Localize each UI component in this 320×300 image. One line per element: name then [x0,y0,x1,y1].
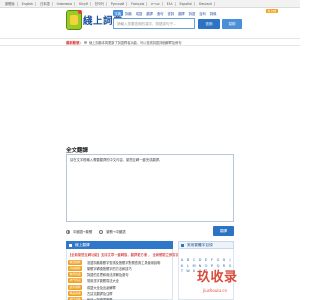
notice-link[interactable]: 線上詞典本周更新了詞語釋義功能，可以查詢詞語詳細解釋及例句 [89,40,181,45]
language-link[interactable]: עברית [149,1,163,6]
news-title[interactable]: 古詩文翻譯及注釋 [87,291,113,296]
nav-tab[interactable]: 造句 [155,10,165,16]
news-item[interactable]: 熱門資訊 常用漢字繁體寫法大全 [68,278,168,284]
nav-tab[interactable]: 翻譯 [145,10,155,16]
language-link[interactable]: Русский [109,1,128,6]
letter-link[interactable]: C [192,258,196,262]
logo-dot-icon [78,10,82,14]
translate-button[interactable]: 翻譯 [213,226,234,236]
notice-title: 最新動態： [66,41,83,45]
nav-tabs: 字典 詞典 成語 翻譯 造句 查詞 翻譯 詞語 百科 詞條 [113,10,218,16]
radio-option-2[interactable] [99,229,104,234]
language-link[interactable]: 繁體版 [3,1,18,6]
new-feature-badge[interactable]: 新功能 [266,9,279,13]
news-tag: 最新推薦 [68,284,83,290]
panel-square-icon [69,243,72,247]
letter-link[interactable]: F [210,258,214,262]
letter-link[interactable]: D [198,258,202,262]
translate-textarea[interactable]: 請在文字框輸入需要翻譯的中文內容，繁簡互轉一鍵完成翻譯。 [66,154,234,222]
news-panel-title: 線上翻譯 [75,243,90,247]
language-bar: 繁體版 English 日本語 Indonesia Kinyê 한국어 Русский Fra… [0,0,300,8]
index-panel-title: 常用繁體字目錄 [187,243,213,247]
nav-tab[interactable]: 詞條 [208,10,218,16]
nav-tab[interactable]: 成語 [134,10,144,16]
language-link[interactable]: Deutsch [197,1,216,6]
news-tag: 詞語翻譯 [68,265,83,271]
news-item[interactable]: 精選推薦 漢語詞典繁體字查詢及簡體字對照查詢工具使用說明 [68,259,168,265]
radio-label-1: 中國語→繁體 [73,230,93,234]
letter-link[interactable]: B [186,258,190,262]
nav-tab[interactable]: 詞典 [124,10,134,16]
news-panel-header: 線上翻譯 [66,241,173,249]
news-tag: 推薦閱讀 [68,272,83,278]
news-item[interactable]: 詞語翻譯 繁體字轉換簡體字的方法和技巧 [68,265,168,271]
nav-tab[interactable]: 字典 [113,10,123,16]
language-link[interactable]: Kinyê [77,1,91,6]
letter-link[interactable]: T [180,269,184,273]
news-title[interactable]: 詞語的意思和用法詳解及造句 [87,272,128,277]
watermark-url: jiushoulu.cn [203,288,228,293]
letter-link[interactable]: E [204,258,208,262]
language-link[interactable]: 日本語 [38,1,53,6]
news-title[interactable]: 常用漢字繁體寫法大全 [87,278,119,283]
nav-tab[interactable]: 查詞 [166,10,176,16]
watermark-text: 玖收录 [197,270,238,285]
nav-tab[interactable]: 翻譯 [177,10,187,16]
news-title[interactable]: 成語大全及出處解釋 [87,285,116,290]
news-promo[interactable]: 【全新繁簡互轉功能】支持文章一鍵轉換，翻譯更方便 ， 全新體驗立即嘗試 ！ [68,252,183,257]
letter-link[interactable]: J [228,258,232,262]
news-tag: 精選推薦 [68,259,83,265]
search-button[interactable]: 查詢 [198,18,220,29]
fulltext-title: 全文翻譯 [66,148,89,154]
letter-link[interactable]: L [186,264,190,268]
news-item[interactable]: 精品閱讀 古詩文翻譯及注釋 [68,291,168,297]
letter-link[interactable]: K [180,264,184,268]
language-link[interactable]: Español [178,1,196,6]
translate-direction-options: 中國語→繁體 繁體→中國語 [66,229,130,234]
language-link[interactable]: English [20,1,37,6]
news-item[interactable]: 最新推薦 成語大全及出處解釋 [68,284,168,290]
news-item[interactable]: 推薦閱讀 詞語的意思和用法詳解及造句 [68,272,168,278]
search-input[interactable]: 請輸入您要查詢的漢字、詞語或句子... [113,18,195,29]
letter-link[interactable]: X [192,269,196,273]
news-title[interactable]: 漢語詞典繁體字查詢及簡體字對照查詢工具使用說明 [87,260,160,265]
language-link[interactable]: Français [129,1,148,6]
news-title[interactable]: 繁體字轉換簡體字的方法和技巧 [87,266,132,271]
letter-link[interactable]: A [180,258,184,262]
language-link[interactable]: Indonesia [55,1,76,6]
notice-bullet-icon [84,40,87,44]
letter-link[interactable]: W [186,269,190,273]
letter-link[interactable]: H [222,258,226,262]
letter-link[interactable]: M [192,264,196,268]
site-logo[interactable]: 綫上詞典 [66,10,123,32]
letter-link[interactable]: G [216,258,220,262]
language-link[interactable]: 한국어 [93,1,107,6]
panel-square-icon [181,243,184,247]
radio-label-2: 繁體→中國語 [106,230,126,234]
language-link[interactable]: Ελλ [165,1,176,6]
news-tag: 精品閱讀 [68,291,83,296]
nav-tab[interactable]: 詞語 [187,10,197,16]
news-tag: 熱門資訊 [68,278,83,284]
nav-tab[interactable]: 百科 [198,10,208,16]
radio-option-1[interactable] [66,229,70,234]
index-panel-header: 常用繁體字目錄 [178,241,234,249]
help-button[interactable]: 幫助 [222,18,242,29]
